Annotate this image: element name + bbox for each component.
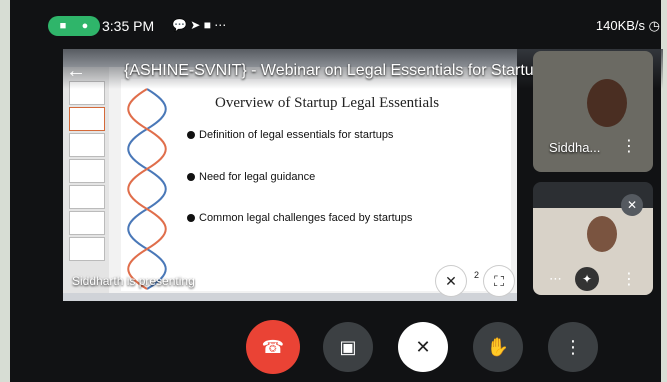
participant-tile[interactable]: Siddha... ⋮: [533, 51, 653, 172]
square-icon: ■: [203, 18, 211, 32]
participant-face: [587, 79, 627, 127]
slide-thumbnail: [69, 237, 105, 261]
recording-pill: ■ ●: [48, 16, 100, 36]
raise-hand-button[interactable]: ✋: [473, 322, 523, 372]
presenting-label: Siddharth is presenting: [72, 274, 195, 288]
fullscreen-button[interactable]: ⛶: [484, 266, 514, 296]
dna-decoration-icon: [127, 88, 167, 290]
network-speed: 140KB/s ◷: [596, 18, 660, 34]
camera-icon: ■: [59, 20, 67, 32]
end-call-button[interactable]: ☎: [246, 320, 300, 374]
effects-button[interactable]: ✦: [575, 267, 599, 291]
slide-thumbnail: [69, 159, 105, 183]
network-speed-value: 140KB/s: [595, 18, 646, 33]
status-bar: ■ ● 3:35 PM 💬 ➤ ■ ⋯ 140KB/s ◷: [40, 16, 660, 38]
mic-icon: ●: [81, 20, 89, 32]
mic-off-icon: ✕: [415, 336, 431, 357]
unpin-button[interactable]: ✕: [436, 266, 466, 296]
page-indicator: 2: [474, 270, 480, 280]
alarm-icon: ◷: [648, 18, 660, 33]
camera-button[interactable]: ▣: [323, 322, 373, 372]
chat-icon: 💬: [172, 18, 187, 32]
left-edge: [0, 0, 10, 382]
participant-face: [587, 216, 617, 252]
sparkle-icon: ✦: [581, 272, 593, 286]
more-horizontal-icon[interactable]: ⋯: [549, 271, 562, 287]
phone-hangup-icon: ☎: [261, 336, 285, 357]
unpin-icon: ✕: [445, 272, 457, 289]
slide-thumbnail: [69, 211, 105, 235]
send-icon: ➤: [190, 18, 201, 32]
fullscreen-icon: ⛶: [494, 272, 504, 289]
more-vertical-icon: ⋮: [564, 336, 582, 357]
more-notifications: ⋯: [214, 18, 227, 32]
meeting-window: ■ ● 3:35 PM 💬 ➤ ■ ⋯ 140KB/s ◷ Overview o…: [0, 0, 667, 382]
mic-button[interactable]: ✕: [398, 322, 448, 372]
more-vertical-icon[interactable]: ⋮: [621, 136, 637, 156]
slide-thumbnail: [69, 107, 105, 131]
slide-bullet: Definition of legal essentials for start…: [187, 129, 393, 141]
slide-bullet: Common legal challenges faced by startup…: [187, 212, 412, 224]
back-arrow-icon[interactable]: ←: [66, 60, 86, 83]
mic-off-icon: ✕: [621, 194, 643, 216]
camera-icon: ▣: [339, 336, 357, 357]
slide-thumbnail: [69, 185, 105, 209]
more-options-button[interactable]: ⋮: [548, 322, 598, 372]
notification-icons: 💬 ➤ ■ ⋯: [172, 18, 226, 32]
slide-thumbnail: [69, 133, 105, 157]
slide-thumbnails: [63, 67, 109, 301]
raise-hand-icon: ✋: [486, 336, 510, 357]
participant-tile[interactable]: ✕ ⋯ ✦ ⋮: [533, 182, 653, 295]
slide: Overview of Startup Legal Essentials Def…: [121, 79, 511, 291]
participant-name: Siddha...: [549, 140, 601, 155]
clock: 3:35 PM: [102, 18, 155, 34]
more-vertical-icon[interactable]: ⋮: [621, 269, 637, 289]
slide-title: Overview of Startup Legal Essentials: [215, 95, 440, 111]
slide-bullet: Need for legal guidance: [187, 171, 315, 183]
